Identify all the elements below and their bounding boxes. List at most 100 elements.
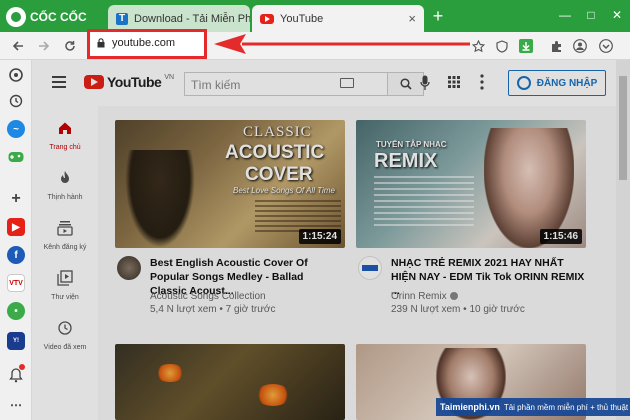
microphone-icon[interactable] <box>420 75 430 91</box>
channel-avatar[interactable] <box>358 256 382 280</box>
youtube-logo[interactable]: YouTube VN <box>84 74 174 90</box>
guide-label: Kênh đăng ký <box>43 244 87 251</box>
video-meta: 239 N lượt xem • 10 giờ trước <box>391 304 525 315</box>
tab-download[interactable]: T Download - Tải Miễn Phí VN <box>108 5 250 32</box>
watermark-slogan: Tải phần mềm miễn phí + thủ thuật hay <box>503 402 630 412</box>
tab-strip: CỐC CỐC T Download - Tải Miễn Phí VN You… <box>0 0 630 32</box>
forward-arrow-icon[interactable] <box>34 36 54 56</box>
notification-badge <box>19 364 25 370</box>
history-icon[interactable] <box>7 92 25 110</box>
youtube-sidebar-icon[interactable]: ▶ <box>7 218 25 236</box>
more-icon[interactable]: ⋯ <box>7 396 25 414</box>
game-icon[interactable] <box>7 148 25 166</box>
youtube-play-icon <box>84 75 104 89</box>
youtube-wordmark: YouTube <box>107 74 162 90</box>
guitarist-silhouette <box>125 150 195 248</box>
messenger-icon[interactable]: ~ <box>7 120 25 138</box>
channel-name[interactable]: Acoustic Songs Collection <box>150 290 266 303</box>
sign-in-button[interactable]: ĐĂNG NHẬP <box>508 70 606 96</box>
fire-decoration <box>155 364 185 382</box>
keyboard-icon[interactable] <box>340 78 354 88</box>
library-icon <box>57 270 73 286</box>
guide-item-library[interactable]: Thư viện <box>32 264 98 314</box>
guide-item-home[interactable]: Trang chủ <box>32 114 98 164</box>
account-icon[interactable] <box>570 36 590 56</box>
yahoo-icon[interactable]: Y! <box>7 332 25 350</box>
address-text[interactable]: youtube.com <box>112 37 175 49</box>
guide-label: Video đã xem <box>43 344 87 351</box>
close-window-button[interactable]: ✕ <box>608 6 626 24</box>
vtv-icon[interactable]: VTV <box>7 274 25 292</box>
extensions-puzzle-icon[interactable] <box>546 36 566 56</box>
brand-name: CỐC CỐC <box>30 10 87 24</box>
thumbnail-subtitle: Best Love Songs Of All Time <box>233 186 335 195</box>
account-circle-icon <box>516 76 531 90</box>
sign-in-label: ĐĂNG NHẬP <box>536 77 598 89</box>
thumbnail-text: COVER <box>245 164 313 185</box>
thumbnail-text: CLASSIC <box>243 124 312 140</box>
hamburger-menu-icon[interactable] <box>52 76 66 88</box>
channel-avatar[interactable] <box>117 256 141 280</box>
thumbnail-text: REMIX <box>374 150 438 172</box>
channel-name[interactable]: Orinn Remix <box>391 291 447 302</box>
annotation-arrow-icon <box>214 34 470 54</box>
search-button[interactable] <box>388 72 424 96</box>
watermark-site: Taimienphi.vn <box>440 402 500 412</box>
download-favicon-icon: T <box>116 12 128 25</box>
history-clock-icon <box>58 321 72 335</box>
guide-item-subscriptions[interactable]: Kênh đăng ký <box>32 214 98 264</box>
youtube-guide: Trang chủ Thịnh hành Kênh đăng ký Thư vi… <box>32 106 98 420</box>
search-input[interactable]: Tìm kiếm <box>184 72 388 96</box>
video-duration: 1:15:46 <box>539 229 582 244</box>
facebook-icon[interactable]: f <box>7 246 25 264</box>
apps-grid-icon[interactable] <box>448 76 460 88</box>
back-arrow-icon[interactable] <box>8 36 28 56</box>
thumbnail-text: ACOUSTIC <box>225 142 325 163</box>
home-icon <box>59 122 71 134</box>
video-thumbnail[interactable]: CLASSIC ACOUSTIC COVER Best Love Songs O… <box>115 120 345 248</box>
tab-title: YouTube <box>280 12 324 25</box>
browser-sidebar: ~ + ▶ f VTV • Y! ⋯ <box>0 60 32 420</box>
tab-title: Download - Tải Miễn Phí VN <box>134 12 250 25</box>
guide-item-history[interactable]: Video đã xem <box>32 314 98 364</box>
close-tab-icon[interactable]: × <box>408 11 416 26</box>
guide-label: Thư viện <box>51 294 79 301</box>
minimize-button[interactable]: — <box>556 6 574 24</box>
guide-label: Trang chủ <box>49 144 81 151</box>
guide-item-trending[interactable]: Thịnh hành <box>32 164 98 214</box>
maximize-button[interactable]: □ <box>582 6 600 24</box>
lock-icon <box>97 38 105 48</box>
tab-youtube[interactable]: YouTube × <box>252 5 424 32</box>
page-scrollbar[interactable] <box>616 60 630 420</box>
more-vertical-icon[interactable] <box>480 74 484 90</box>
youtube-favicon-icon <box>260 13 274 24</box>
browser-window: CỐC CỐC T Download - Tải Miễn Phí VN You… <box>0 0 630 420</box>
new-tab-button[interactable]: + <box>428 6 448 26</box>
watermark: Taimienphi.vn Tải phần mềm miễn phí + th… <box>436 398 630 416</box>
search-icon <box>399 78 412 90</box>
video-duration: 1:15:24 <box>298 229 341 244</box>
coccoc-logo-icon <box>6 7 26 27</box>
region-code: VN <box>164 74 175 81</box>
thumbnail-text: TUYỂN TẬP NHẠC <box>376 140 447 149</box>
orinn-logo-icon <box>362 265 378 271</box>
scrollbar-thumb[interactable] <box>619 76 627 180</box>
verified-check-icon <box>449 292 458 301</box>
fire-icon <box>61 171 69 183</box>
video-meta: 5,4 N lượt xem • 7 giờ trước <box>150 304 276 315</box>
channel-row: Orinn Remix <box>391 290 458 303</box>
coccoc-sidebar-icon[interactable] <box>7 66 25 84</box>
adblock-shield-icon[interactable] <box>492 36 512 56</box>
video-thumbnail[interactable] <box>115 344 345 420</box>
youtube-header: YouTube VN Tìm kiếm ĐĂNG NHẬP <box>32 60 630 106</box>
chat-icon[interactable]: • <box>7 302 25 320</box>
guide-label: Thịnh hành <box>47 194 83 201</box>
add-icon[interactable]: + <box>7 190 25 208</box>
fire-decoration <box>255 384 291 406</box>
tracklist-decoration <box>374 176 474 226</box>
video-thumbnail[interactable]: TUYỂN TẬP NHẠC REMIX 1:15:46 <box>356 120 586 248</box>
coccoc-brand[interactable]: CỐC CỐC <box>6 6 87 28</box>
download-icon[interactable] <box>516 36 536 56</box>
menu-icon[interactable] <box>596 36 616 56</box>
reload-icon[interactable] <box>60 36 80 56</box>
